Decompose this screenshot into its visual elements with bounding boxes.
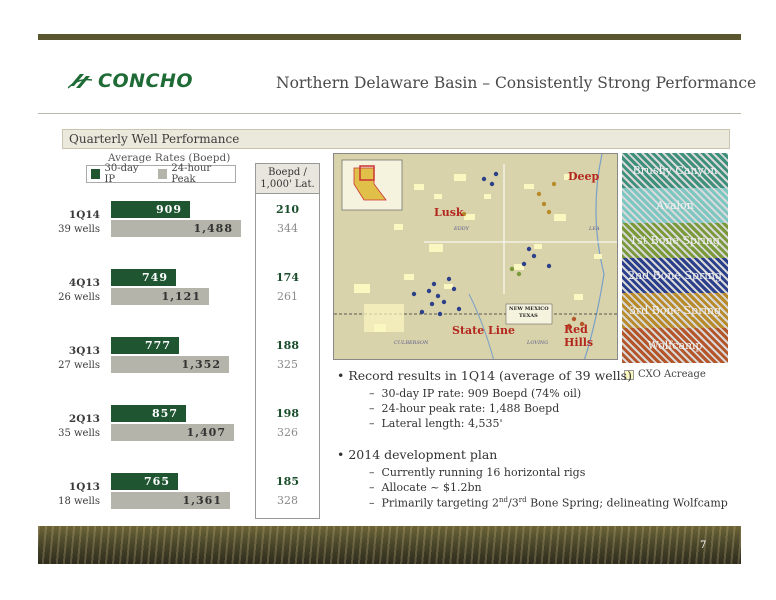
well-count: 35 wells xyxy=(58,428,100,439)
sub-bullet-peak-text: 24-hour peak rate: 1,488 Boepd xyxy=(381,402,560,415)
top-bar xyxy=(38,34,741,40)
cxo-acreage-label: CXO Acreage xyxy=(638,369,706,380)
formation-legend-item: Avalon xyxy=(622,188,728,223)
map-label-loving: LOVING xyxy=(527,340,549,346)
sub-bullet-ip: – 30-day IP rate: 909 Boepd (74% oil) xyxy=(369,387,582,400)
well-count: 18 wells xyxy=(58,496,100,507)
page-title: Northern Delaware Basin – Consistently S… xyxy=(276,74,757,92)
sub-bullet-peak: – 24-hour peak rate: 1,488 Boepd xyxy=(369,402,560,415)
boepd-lat-peak-value: 328 xyxy=(277,494,298,507)
sub-bullet-lateral-text: Lateral length: 4,535' xyxy=(381,417,503,430)
map-label-red-hills: Red Hills xyxy=(564,323,594,349)
quarter-label: 1Q14 39 wells xyxy=(30,208,100,237)
boepd-lat-peak-value: 326 xyxy=(277,426,298,439)
quarter-name: 2Q13 xyxy=(68,413,100,425)
boepd-lat-ip-value: 198 xyxy=(276,407,299,420)
quarter-name: 1Q13 xyxy=(68,481,100,493)
legend-label-peak: 24-hour Peak xyxy=(171,163,212,185)
targeting-sup-rd: rd xyxy=(518,496,527,504)
cxo-acreage-legend: CXO Acreage xyxy=(624,369,706,380)
bullet-development-plan: • 2014 development plan xyxy=(337,447,498,462)
sub-bullet-allocate-text: Allocate ~ $1.2bn xyxy=(381,481,482,494)
boepd-lat-peak-value: 261 xyxy=(277,290,298,303)
map-label-eddy: EDDY xyxy=(454,226,469,232)
quarter-label: 1Q13 18 wells xyxy=(30,480,100,509)
bar-30-day-ip: 765 xyxy=(111,473,178,490)
sub-bullet-rigs-text: Currently running 16 horizontal rigs xyxy=(381,466,586,479)
bar-24-hour-peak: 1,352 xyxy=(111,356,229,373)
quarter-name: 3Q13 xyxy=(68,345,100,357)
legend-label-ip: 30-day IP xyxy=(104,163,139,185)
page-number: 7 xyxy=(700,540,707,551)
sub-bullet-allocate: – Allocate ~ $1.2bn xyxy=(369,481,482,494)
bar-24-hour-peak: 1,121 xyxy=(111,288,209,305)
well-count: 27 wells xyxy=(58,360,100,371)
bullet-record-results: • Record results in 1Q14 (average of 39 … xyxy=(337,368,632,383)
header-rule xyxy=(38,113,741,114)
targeting-text-c: Bone Spring; delineating Wolfcamp xyxy=(526,496,728,510)
logo-text: CONCHO xyxy=(98,70,193,92)
bar-24-hour-peak: 1,361 xyxy=(111,492,230,509)
sub-bullet-rigs: – Currently running 16 horizontal rigs xyxy=(369,466,586,479)
bar-30-day-ip: 749 xyxy=(111,269,176,286)
bullet-record-results-text: Record results in 1Q14 (average of 39 we… xyxy=(348,368,632,383)
formation-legend-item: Wolfcamp xyxy=(622,328,728,363)
map-label-tx: TEXAS xyxy=(519,313,538,319)
chart-legend: 30-day IP 24-hour Peak xyxy=(86,163,236,185)
targeting-sup-nd: nd xyxy=(499,496,509,504)
bar-24-hour-peak: 1,407 xyxy=(111,424,234,441)
quarter-label: 2Q13 35 wells xyxy=(30,412,100,441)
map-label-lusk: Lusk xyxy=(434,206,464,219)
well-count: 39 wells xyxy=(58,224,100,235)
formation-legend-item: 1st Bone Spring xyxy=(622,223,728,258)
sub-bullet-lateral: – Lateral length: 4,535' xyxy=(369,417,503,430)
bar-24-hour-peak: 1,488 xyxy=(111,220,241,237)
boepd-lat-peak-value: 344 xyxy=(277,222,298,235)
quarter-label: 3Q13 27 wells xyxy=(30,344,100,373)
quarter-label: 4Q13 26 wells xyxy=(30,276,100,305)
sub-bullet-ip-text: 30-day IP rate: 909 Boepd (74% oil) xyxy=(381,387,582,400)
map-label-state-line: State Line xyxy=(452,324,515,337)
quarter-name: 1Q14 xyxy=(68,209,100,221)
bullet-development-plan-text: 2014 development plan xyxy=(348,447,498,462)
formation-legend-item: 2nd Bone Spring xyxy=(622,258,728,293)
map-label-culberson: CULBERSON xyxy=(394,340,429,346)
formation-legend-item: 3rd Bone Spring xyxy=(622,293,728,328)
boepd-lat-ip-value: 185 xyxy=(276,475,299,488)
quarter-name: 4Q13 xyxy=(68,277,100,289)
legend-swatch-ip xyxy=(91,169,101,179)
targeting-text-a: Primarily targeting 2 xyxy=(381,496,500,510)
basin-map: Lusk Deep State Line Red Hills EDDY LEA … xyxy=(333,153,618,360)
sub-bullet-targeting: – Primarily targeting 2nd/3rd Bone Sprin… xyxy=(369,496,728,510)
targeting-text-b: /3 xyxy=(508,496,519,510)
formation-legend-item: Brushy Canyon xyxy=(622,153,728,188)
boepd-column-header: Boepd /1,000' Lat. xyxy=(256,164,319,194)
well-count: 26 wells xyxy=(58,292,100,303)
logo-icon xyxy=(68,74,93,89)
boepd-lat-ip-value: 210 xyxy=(276,203,299,216)
concho-logo: CONCHO xyxy=(68,70,193,92)
map-label-deep: Deep xyxy=(568,170,600,183)
legend-swatch-peak xyxy=(157,169,168,179)
section-title: Quarterly Well Performance xyxy=(62,129,730,149)
bar-30-day-ip: 857 xyxy=(111,405,186,422)
bar-30-day-ip: 909 xyxy=(111,201,190,218)
map-label-lea: LEA xyxy=(589,226,600,232)
boepd-lat-ip-value: 188 xyxy=(276,339,299,352)
boepd-lat-ip-value: 174 xyxy=(276,271,299,284)
map-label-nm: NEW MEXICO xyxy=(509,306,549,312)
bar-30-day-ip: 777 xyxy=(111,337,179,354)
boepd-lat-peak-value: 325 xyxy=(277,358,298,371)
footer-grass-image xyxy=(38,526,741,564)
